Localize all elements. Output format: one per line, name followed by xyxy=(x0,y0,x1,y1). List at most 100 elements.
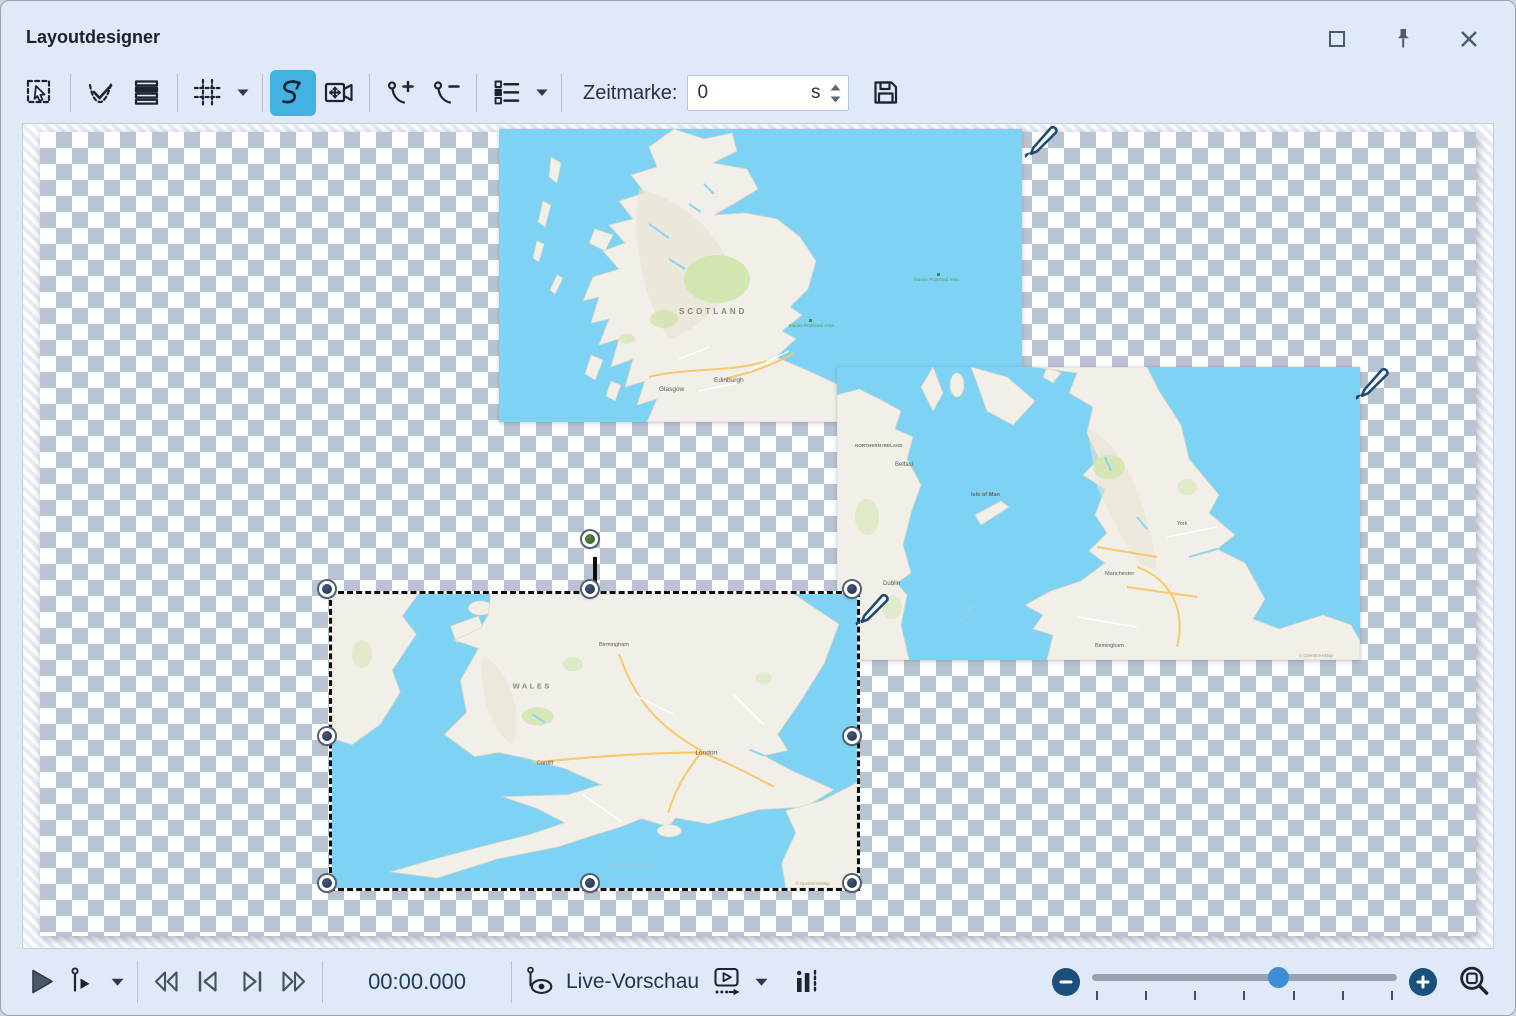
toolbar-separator xyxy=(262,74,263,112)
edit-brush-icon-north[interactable] xyxy=(1353,367,1389,403)
resize-handle-bottom-center[interactable] xyxy=(582,875,598,891)
transport-separator xyxy=(137,961,138,1003)
zoom-slider-thumb[interactable] xyxy=(1268,967,1289,988)
map-label-belfast: Belfast xyxy=(895,462,914,468)
zoom-to-fit-button[interactable] xyxy=(1453,960,1497,1004)
zeitmarke-field: s xyxy=(687,75,849,111)
resize-handle-middle-left[interactable] xyxy=(319,728,335,744)
remove-curve-point-button[interactable] xyxy=(423,70,469,116)
preview-player-icon xyxy=(711,965,745,999)
edit-brush-icon-scotland[interactable] xyxy=(1022,125,1058,161)
add-curve-point-icon xyxy=(383,76,417,110)
zeitmarke-unit: s xyxy=(811,82,821,104)
titlebar: Layoutdesigner xyxy=(1,1,1515,63)
previous-frame-icon xyxy=(191,965,227,999)
skip-to-end-button[interactable] xyxy=(272,961,314,1003)
add-curve-point-button[interactable] xyxy=(377,70,423,116)
map-label-birmingham: Birmingham xyxy=(1095,643,1124,649)
close-button[interactable] xyxy=(1453,23,1485,55)
zeitmarke-input[interactable] xyxy=(688,81,784,105)
remove-curve-point-icon xyxy=(429,76,463,110)
plus-icon xyxy=(1415,974,1431,990)
toolbar-separator xyxy=(70,74,71,112)
grid-tool-button[interactable] xyxy=(185,70,231,116)
resize-handle-top-left[interactable] xyxy=(319,581,335,597)
play-from-marker-button[interactable] xyxy=(63,961,105,1003)
rotation-handle[interactable] xyxy=(582,531,598,547)
camera-pan-tool-button[interactable] xyxy=(316,70,362,116)
grid-options-dropdown[interactable] xyxy=(231,70,255,116)
chevron-down-icon xyxy=(237,89,249,97)
save-icon xyxy=(869,76,903,110)
time-display: 00:00.000 xyxy=(331,969,503,995)
grid-icon xyxy=(191,76,225,110)
zoom-slider-track[interactable] xyxy=(1092,974,1397,981)
smooth-curve-tool-button[interactable] xyxy=(78,70,124,116)
play-button[interactable] xyxy=(21,961,63,1003)
spin-up-button[interactable] xyxy=(830,84,841,91)
close-icon xyxy=(1454,24,1484,54)
selection-border[interactable] xyxy=(329,591,860,891)
transport-bar: 00:00.000 Live-Vorschau xyxy=(1,949,1515,1015)
rewind-icon xyxy=(149,965,185,999)
map-label-scotland: SCOTLAND xyxy=(679,307,747,316)
map-label-northern-ireland: NORTHERN IRELAND xyxy=(855,443,903,448)
zoom-slider[interactable] xyxy=(1092,961,1397,1003)
map-label-york: York xyxy=(1177,521,1188,527)
next-frame-icon xyxy=(233,965,269,999)
zoom-in-button[interactable] xyxy=(1409,968,1437,996)
resize-handle-bottom-left[interactable] xyxy=(319,875,335,891)
map-image-north-england[interactable]: NORTHERN IRELAND Belfast Dublin Isle of … xyxy=(837,367,1360,660)
maximize-button[interactable] xyxy=(1321,23,1353,55)
pin-button[interactable] xyxy=(1387,23,1419,55)
map-attribution: © OpenStreetMap xyxy=(1299,653,1333,658)
spin-down-button[interactable] xyxy=(830,96,841,103)
live-preview-label: Live-Vorschau xyxy=(566,970,699,994)
play-options-dropdown[interactable] xyxy=(105,959,129,1005)
play-from-marker-icon xyxy=(67,965,101,999)
map-label-glasgow: Glasgow xyxy=(659,386,685,393)
chevron-down-icon xyxy=(536,89,548,97)
motion-path-icon xyxy=(276,76,310,110)
toolbar-separator xyxy=(369,74,370,112)
camera-pan-icon xyxy=(322,76,356,110)
map-label-edinburgh: Edinburgh xyxy=(714,377,744,384)
play-icon xyxy=(25,965,59,999)
toolbar-separator xyxy=(561,74,562,112)
zoom-out-button[interactable] xyxy=(1052,968,1080,996)
resize-handle-middle-right[interactable] xyxy=(844,728,860,744)
layoutdesigner-window: Layoutdesigner xyxy=(0,0,1516,1016)
minus-icon xyxy=(1058,974,1074,990)
save-button[interactable] xyxy=(863,70,909,116)
live-preview-button[interactable] xyxy=(520,961,562,1003)
keyframe-list-dropdown[interactable] xyxy=(530,70,554,116)
fast-forward-icon xyxy=(275,965,311,999)
preview-options-dropdown[interactable] xyxy=(749,959,773,1005)
window-title: Layoutdesigner xyxy=(26,27,160,48)
layers-icon xyxy=(130,76,164,110)
map-label-dublin: Dublin xyxy=(883,581,900,587)
keyframe-list-icon xyxy=(490,76,524,110)
chevron-down-icon xyxy=(755,978,768,987)
open-preview-player-button[interactable] xyxy=(707,961,749,1003)
motion-path-tool-button[interactable] xyxy=(270,70,316,116)
levels-icon xyxy=(791,965,825,999)
select-tool-button[interactable] xyxy=(17,70,63,116)
layers-tool-button[interactable] xyxy=(124,70,170,116)
performance-monitor-button[interactable] xyxy=(787,961,829,1003)
select-tool-icon xyxy=(23,76,57,110)
resize-handle-bottom-right[interactable] xyxy=(844,875,860,891)
edit-brush-icon-south[interactable] xyxy=(853,593,889,629)
skip-to-start-button[interactable] xyxy=(146,961,188,1003)
map-label-isle-of-man: Isle of Man xyxy=(971,492,1000,498)
canvas-area: SCOTLAND Glasgow Edinburgh Marine Protec… xyxy=(22,123,1494,949)
next-frame-button[interactable] xyxy=(230,961,272,1003)
previous-frame-button[interactable] xyxy=(188,961,230,1003)
resize-handle-top-center[interactable] xyxy=(582,581,598,597)
live-preview-eye-icon xyxy=(524,965,558,999)
maximize-icon xyxy=(1322,24,1352,54)
keyframe-list-button[interactable] xyxy=(484,70,530,116)
zoom-fit-icon xyxy=(1457,964,1493,1000)
pin-icon xyxy=(1388,24,1418,54)
toolbar: Zeitmarke: s xyxy=(17,67,1499,119)
